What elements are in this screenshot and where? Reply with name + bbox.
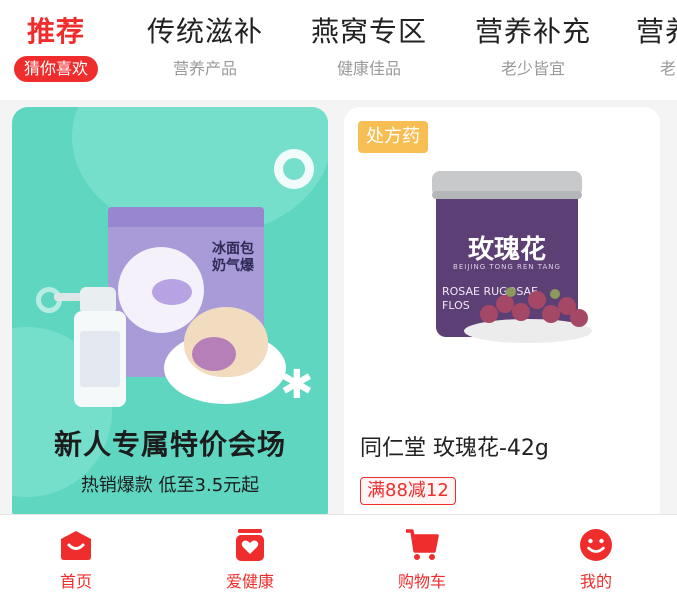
tab-title: 传统滋补 bbox=[146, 15, 263, 48]
nav-health[interactable]: 爱健康 bbox=[190, 527, 310, 597]
product-name: 同仁堂 玫瑰花-42g bbox=[360, 436, 549, 461]
tab-subtitle: 老 bbox=[660, 59, 677, 78]
nav-home[interactable]: 首页 bbox=[16, 527, 136, 597]
prescription-badge: 处方药 bbox=[358, 121, 428, 153]
bottle-cap bbox=[80, 287, 116, 311]
promo-subtitle: 热销爆款 低至3.5元起 bbox=[80, 475, 260, 496]
rose-buds-image bbox=[476, 283, 588, 333]
tab-traditional-tonic[interactable]: 传统滋补 营养产品 bbox=[140, 14, 270, 94]
jar-lid-band bbox=[432, 191, 582, 199]
nav-label: 购物车 bbox=[397, 572, 446, 591]
category-tabs: 推荐 猜你喜欢 传统滋补 营养产品 燕窝专区 健康佳品 营养补充 老少皆宜 营养… bbox=[0, 0, 677, 100]
rose-bud bbox=[480, 305, 498, 323]
tab-nutrition-partial[interactable]: 营养 老 bbox=[636, 14, 677, 94]
app-page: 推荐 猜你喜欢 传统滋补 营养产品 燕窝专区 健康佳品 营养补充 老少皆宜 营养… bbox=[0, 0, 677, 600]
bun-filling bbox=[192, 337, 236, 371]
decor-ring-icon bbox=[274, 149, 314, 189]
discount-tag: 满88减12 bbox=[360, 477, 456, 505]
home-bag-icon bbox=[61, 531, 91, 560]
tab-subtitle: 老少皆宜 bbox=[500, 59, 565, 78]
cart-icon bbox=[406, 529, 439, 560]
product-card[interactable]: 处方药 玫瑰花 BEIJING TONG REN TANG ROSAE RUGO… bbox=[344, 107, 660, 527]
tab-subtitle: 健康佳品 bbox=[336, 59, 401, 78]
smiley-user-icon bbox=[580, 529, 612, 561]
spray-bottle-image bbox=[54, 287, 128, 407]
bottle-nozzle bbox=[54, 293, 82, 301]
nav-cart[interactable]: 购物车 bbox=[362, 527, 482, 597]
tab-nutrition-supplement[interactable]: 营养补充 老少皆宜 bbox=[468, 14, 598, 94]
tab-title: 营养补充 bbox=[474, 15, 591, 48]
tab-birds-nest[interactable]: 燕窝专区 健康佳品 bbox=[304, 14, 434, 94]
bun-image bbox=[184, 307, 268, 377]
feed-content: ✱ 冰面包 奶气爆 新人专属特价会场 热销爆款 低至3.5元起 处方药 玫瑰花 … bbox=[0, 100, 677, 527]
rose-calyx bbox=[550, 289, 560, 299]
moon-graphic bbox=[118, 247, 204, 333]
nav-label: 我的 bbox=[579, 572, 612, 591]
tab-subtitle: 猜你喜欢 bbox=[13, 56, 98, 82]
bottom-tab-bar: 首页 爱健康 购物车 我的 bbox=[0, 514, 677, 600]
tab-title: 推荐 bbox=[26, 15, 85, 48]
newcomer-promo-card[interactable]: ✱ 冰面包 奶气爆 新人专属特价会场 热销爆款 低至3.5元起 bbox=[12, 107, 328, 527]
box-top bbox=[108, 207, 264, 227]
rose-bud bbox=[528, 291, 546, 309]
rose-bud bbox=[570, 309, 588, 327]
jar-label-latin: FLOS bbox=[442, 299, 470, 312]
promo-title: 新人专属特价会场 bbox=[53, 428, 286, 461]
nav-profile[interactable]: 我的 bbox=[536, 527, 656, 597]
box-print-text: 冰面包 奶气爆 bbox=[212, 241, 254, 274]
jar-label-brand: BEIJING TONG REN TANG bbox=[453, 263, 561, 271]
tab-title: 营养 bbox=[636, 15, 677, 48]
tab-recommend[interactable]: 推荐 猜你喜欢 bbox=[8, 14, 104, 94]
health-heart-icon bbox=[236, 529, 264, 561]
tab-subtitle: 营养产品 bbox=[172, 59, 237, 78]
rose-calyx bbox=[506, 287, 516, 297]
nav-label: 爱健康 bbox=[225, 572, 274, 591]
rose-bud bbox=[512, 303, 530, 321]
swirl-graphic bbox=[152, 279, 192, 305]
tab-title: 燕窝专区 bbox=[310, 15, 427, 48]
nav-label: 首页 bbox=[59, 572, 92, 591]
bottle-label bbox=[80, 331, 120, 387]
jar-label-title: 玫瑰花 bbox=[467, 235, 546, 265]
